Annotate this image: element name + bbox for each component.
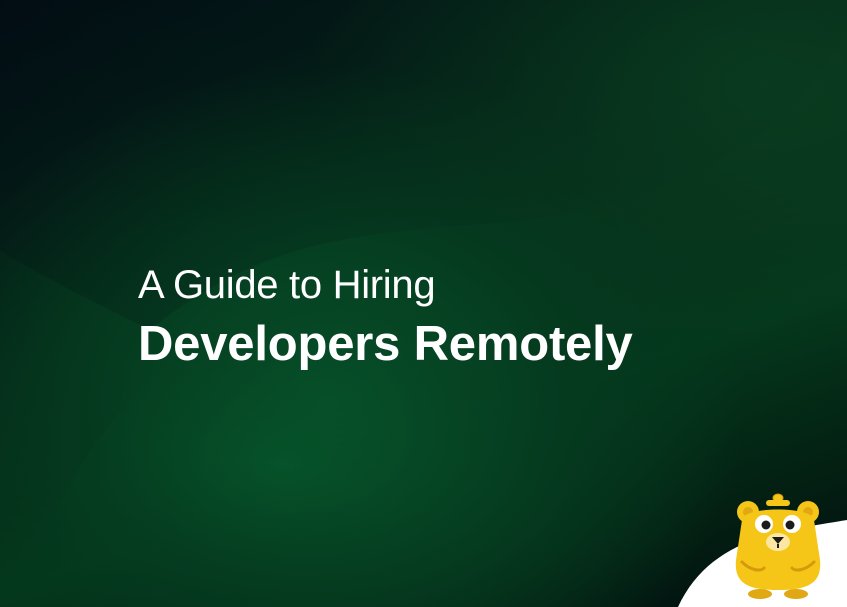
headline-title: Developers Remotely [138,317,633,371]
headline: A Guide to Hiring Developers Remotely [138,258,633,376]
bear-mascot-icon [735,493,821,599]
hero-banner: A Guide to Hiring Developers Remotely [0,0,847,607]
headline-subtitle: A Guide to Hiring [138,263,436,307]
